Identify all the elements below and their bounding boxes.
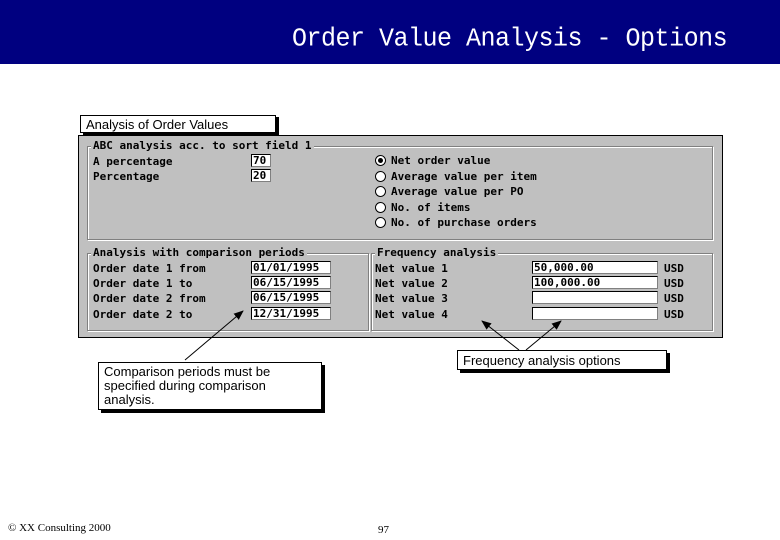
- page-number: 97: [378, 524, 389, 536]
- frequency-group-title: Frequency analysis: [375, 246, 499, 259]
- radio-average-value-per-item[interactable]: [375, 171, 386, 182]
- net-value-1-input[interactable]: 50,000.00: [532, 261, 658, 274]
- percentage-input[interactable]: 20: [251, 169, 271, 182]
- net-value-2-label: Net value 2: [375, 277, 448, 290]
- radio-label-no-of-items: No. of items: [391, 201, 471, 214]
- net-value-3-input[interactable]: [532, 291, 658, 304]
- radio-net-order-value[interactable]: [375, 155, 386, 166]
- radio-no-of-items[interactable]: [375, 202, 386, 213]
- radio-label-average-value-per-po: Average value per PO: [391, 185, 524, 198]
- slide-title: Order Value Analysis - Options: [292, 23, 728, 54]
- comparison-callout: Comparison periods must be specified dur…: [98, 362, 322, 410]
- radio-label-net-order-value: Net order value: [391, 154, 491, 167]
- net-value-3-label: Net value 3: [375, 292, 448, 305]
- radio-average-value-per-po[interactable]: [375, 186, 386, 197]
- net-value-1-currency: USD: [664, 262, 684, 275]
- copyright-footer: © XX Consulting 2000: [8, 522, 111, 534]
- order-value-analysis-panel: ABC analysis acc. to sort field 1 A perc…: [78, 135, 723, 338]
- order-date-2-from-input[interactable]: 06/15/1995: [251, 291, 331, 304]
- order-date-1-from-input[interactable]: 01/01/1995: [251, 261, 331, 274]
- order-date-1-to-label: Order date 1 to: [93, 277, 193, 290]
- net-value-2-currency: USD: [664, 277, 684, 290]
- slide-header: Order Value Analysis - Options: [0, 0, 780, 64]
- percentage-label: Percentage: [93, 170, 160, 183]
- net-value-4-input[interactable]: [532, 307, 658, 320]
- net-value-4-currency: USD: [664, 308, 684, 321]
- net-value-4-label: Net value 4: [375, 308, 448, 321]
- radio-label-average-value-per-item: Average value per item: [391, 170, 537, 183]
- frequency-callout: Frequency analysis options: [457, 350, 667, 370]
- net-value-1-label: Net value 1: [375, 262, 448, 275]
- panel-tab-label: Analysis of Order Values: [80, 115, 276, 133]
- a-percentage-input[interactable]: 70: [251, 154, 271, 167]
- order-date-2-from-label: Order date 2 from: [93, 292, 206, 305]
- order-date-2-to-label: Order date 2 to: [93, 308, 193, 321]
- radio-label-no-of-purchase-orders: No. of purchase orders: [391, 216, 537, 229]
- net-value-2-input[interactable]: 100,000.00: [532, 276, 658, 289]
- abc-group-title: ABC analysis acc. to sort field 1: [91, 139, 314, 152]
- comparison-group-title: Analysis with comparison periods: [91, 246, 307, 259]
- a-percentage-label: A percentage: [93, 155, 173, 168]
- order-date-1-to-input[interactable]: 06/15/1995: [251, 276, 331, 289]
- order-date-1-from-label: Order date 1 from: [93, 262, 206, 275]
- order-date-2-to-input[interactable]: 12/31/1995: [251, 307, 331, 320]
- net-value-3-currency: USD: [664, 292, 684, 305]
- radio-no-of-purchase-orders[interactable]: [375, 217, 386, 228]
